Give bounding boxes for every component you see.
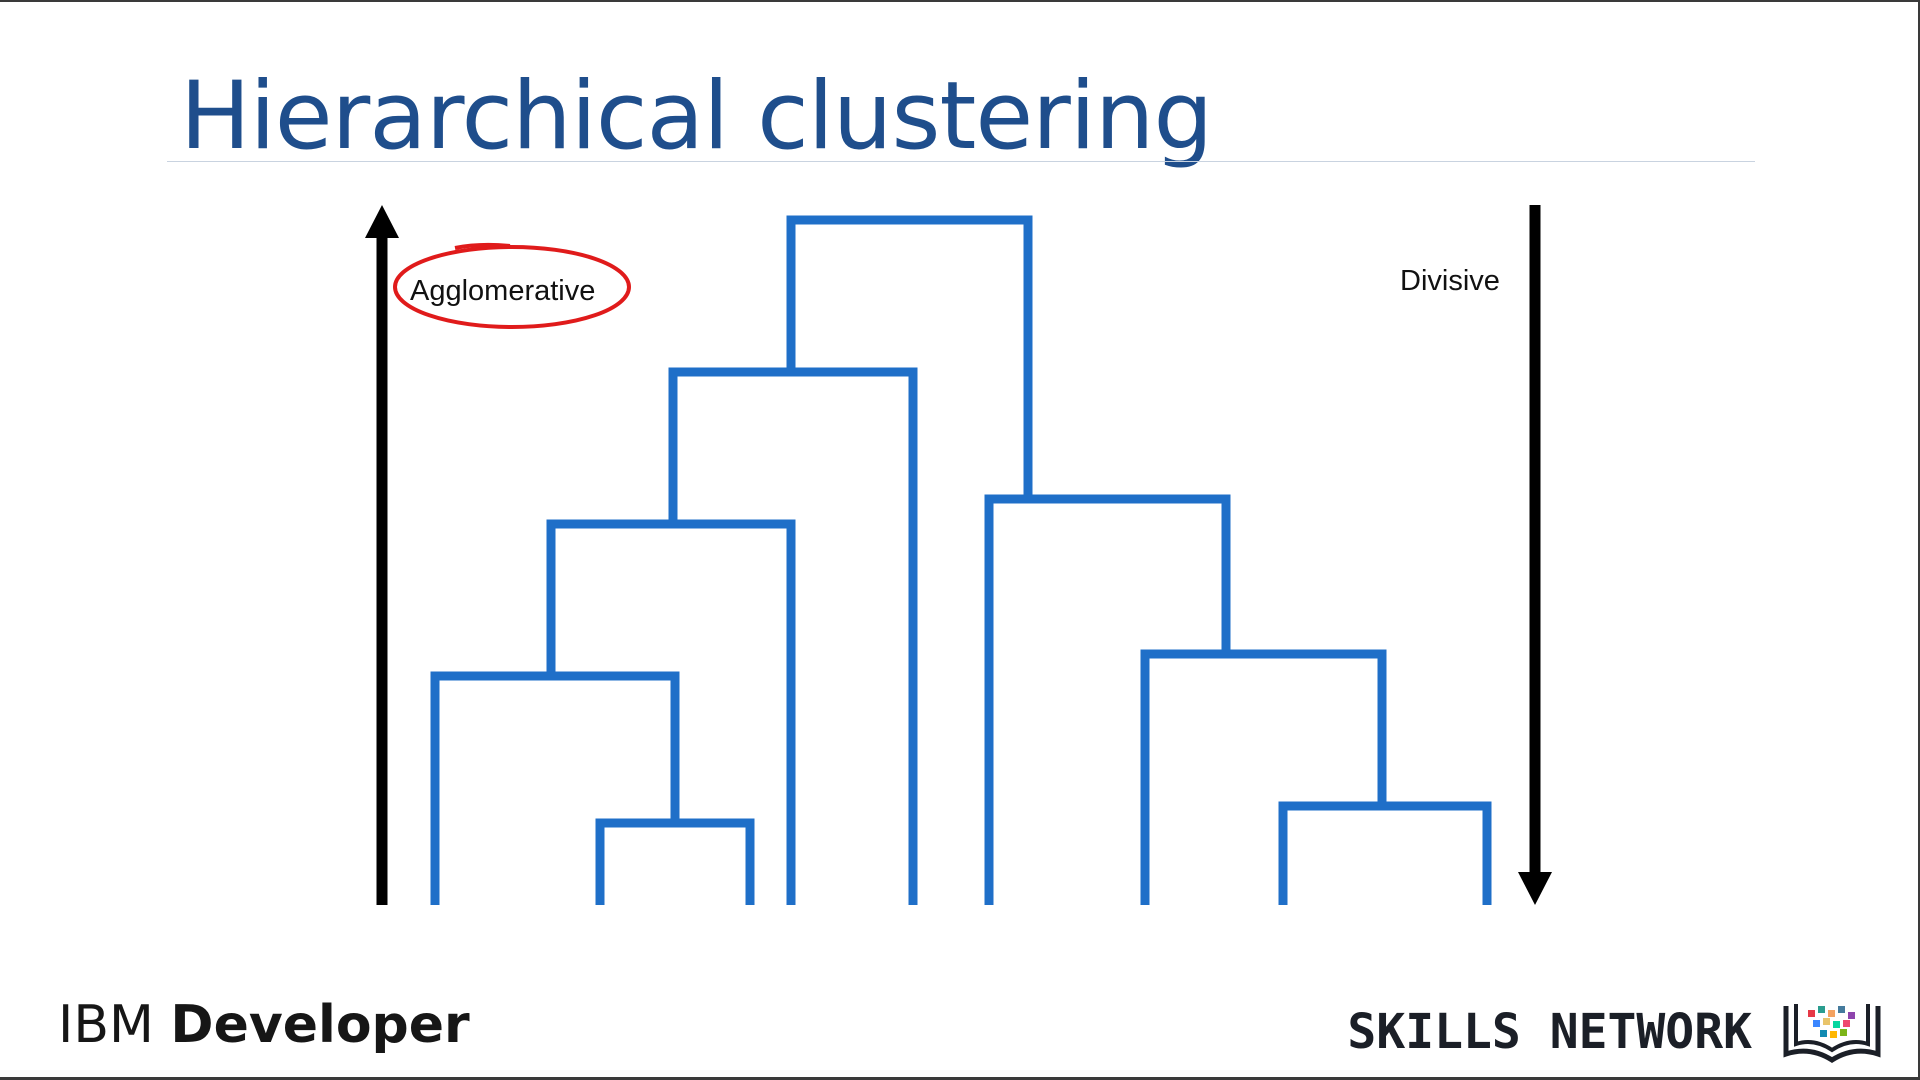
divisive-label: Divisive (1400, 265, 1500, 297)
merge-level-5 (984, 494, 1231, 905)
agglomerative-label: Agglomerative (410, 275, 595, 307)
agglomerative-arrow-head (365, 205, 399, 238)
merge-leaf-pair-2 (1278, 801, 1492, 905)
divisive-arrow (1518, 205, 1552, 905)
brand-developer: Developer (170, 995, 470, 1055)
hierarchical-clustering-diagram: Agglomerative Divisive (365, 205, 1552, 905)
merge-level-4 (1140, 649, 1387, 905)
brand-ibm: IBM (58, 995, 171, 1055)
ibm-developer-logo: IBM Developer (58, 995, 470, 1055)
divisive-arrow-head (1518, 872, 1552, 905)
merge-level-1 (430, 671, 680, 905)
merge-leaf-pair-1 (595, 818, 755, 905)
skills-network-text: SKILLS NETWORK (1347, 1004, 1752, 1060)
skills-network-book-icon (1783, 1004, 1881, 1063)
dendrogram (430, 215, 1492, 905)
agglomerative-arrow (365, 205, 399, 905)
skills-network-logo: SKILLS NETWORK (1347, 1000, 1884, 1064)
